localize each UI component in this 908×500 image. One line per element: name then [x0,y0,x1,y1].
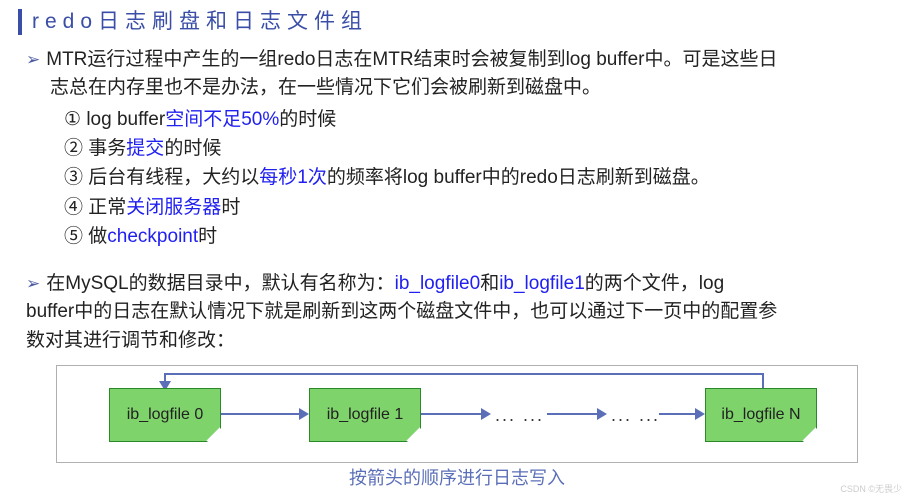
arrowhead-right-icon [597,408,607,420]
arrowhead-right-icon [695,408,705,420]
title-bar: redo日志刷盘和日志文件组 [0,0,908,40]
list-item: ⑤ 做checkpoint时 [64,222,888,251]
text: 的时候 [279,109,336,130]
circled-number-icon: ① [64,109,81,130]
triangle-right-icon: ➢ [26,274,40,293]
bullet-1-line2: 志总在内存里也不是办法，在一些情况下它们会被刷新到磁盘中。 [26,74,888,103]
text: MTR运行过程中产生的一组redo日志在MTR结束时会被复制到log buffe… [46,49,777,70]
text: 时 [198,226,217,247]
text: 和 [480,273,499,294]
ellipsis-icon: ... ... [611,402,660,429]
title-accent [18,9,22,35]
text: log buffer [81,109,165,130]
highlight: ib_logfile0 [395,273,481,294]
arrowhead-right-icon [299,408,309,420]
logfile-box-0: ib_logfile 0 [109,388,221,442]
diagram: ib_logfile 0 ib_logfile 1 ib_logfile N .… [56,365,858,463]
logfile-box-1: ib_logfile 1 [309,388,421,442]
bullet-2: ➢ 在MySQL的数据目录中，默认有名称为：ib_logfile0和ib_logf… [26,270,888,356]
triangle-right-icon: ➢ [26,50,40,69]
bullet-2-line2: buffer中的日志在默认情况下就是刷新到这两个磁盘文件中，也可以通过下一页中的… [26,298,888,327]
circled-number-icon: ③ [64,167,83,188]
text: 的两个文件，log [585,273,724,294]
content: ➢ MTR运行过程中产生的一组redo日志在MTR结束时会被复制到log buff… [0,46,908,493]
text: 做 [83,226,107,247]
text: 的频率将log buffer中的redo日志刷新到磁盘。 [327,167,710,188]
arrowhead-right-icon [481,408,491,420]
watermark: CSDN ©无畏少 [840,483,902,497]
bullet-1-line: ➢ MTR运行过程中产生的一组redo日志在MTR结束时会被复制到log buff… [26,46,888,75]
connector [659,413,695,415]
box-label: ib_logfile 1 [327,403,404,427]
text: 在MySQL的数据目录中，默认有名称为： [46,273,394,294]
logfile-box-n: ib_logfile N [705,388,817,442]
text: 正常 [83,197,126,218]
box-label: ib_logfile N [721,403,800,427]
highlight: 提交 [126,138,164,159]
highlight: ib_logfile1 [499,273,585,294]
list-item: ② 事务提交的时候 [64,134,888,163]
highlight: checkpoint [107,226,198,247]
sub-list: ① log buffer空间不足50%的时候 ② 事务提交的时候 ③ 后台有线程… [26,105,888,252]
circled-number-icon: ④ [64,197,83,218]
text: 事务 [83,138,126,159]
page-title: redo日志刷盘和日志文件组 [32,6,368,38]
ellipsis-icon: ... ... [495,402,544,429]
connector [221,413,299,415]
circled-number-icon: ⑤ [64,226,83,247]
text: 后台有线程，大约以 [83,167,259,188]
highlight: 关闭服务器 [126,197,221,218]
bullet-2-line3: 数对其进行调节和修改： [26,327,888,356]
text: 时 [221,197,240,218]
circled-number-icon: ② [64,138,83,159]
list-item: ③ 后台有线程，大约以每秒1次的频率将log buffer中的redo日志刷新到… [64,163,888,192]
diagram-caption: 按箭头的顺序进行日志写入 [26,465,888,492]
highlight: 每秒1次 [259,167,327,188]
box-label: ib_logfile 0 [127,403,204,427]
text: 的时候 [164,138,221,159]
connector [421,413,481,415]
highlight: 空间不足50% [165,109,279,130]
connector [547,413,597,415]
bullet-1: ➢ MTR运行过程中产生的一组redo日志在MTR结束时会被复制到log buff… [26,46,888,252]
list-item: ① log buffer空间不足50%的时候 [64,105,888,134]
bullet-2-line: ➢ 在MySQL的数据目录中，默认有名称为：ib_logfile0和ib_logf… [26,270,888,299]
list-item: ④ 正常关闭服务器时 [64,193,888,222]
